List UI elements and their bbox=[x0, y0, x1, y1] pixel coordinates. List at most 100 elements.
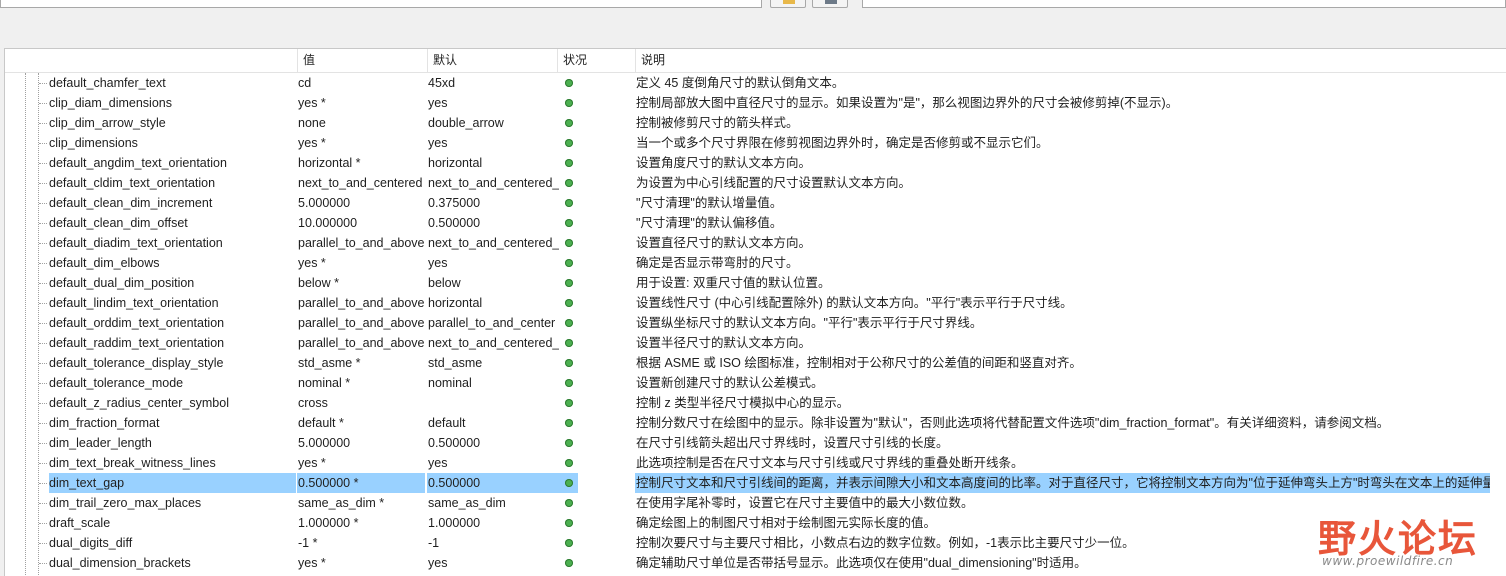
option-value[interactable]: horizontal * bbox=[297, 153, 425, 173]
tree-branch bbox=[39, 163, 47, 164]
tree-branch bbox=[39, 523, 47, 524]
table-row[interactable]: default_tolerance_display_style std_asme … bbox=[5, 353, 1506, 373]
option-value[interactable]: -1 * bbox=[297, 533, 425, 553]
table-row[interactable]: default_raddim_text_orientation parallel_… bbox=[5, 333, 1506, 353]
table-row[interactable]: default_z_radius_center_symbol cross 控制 z … bbox=[5, 393, 1506, 413]
status-cell bbox=[561, 393, 579, 413]
option-default bbox=[427, 393, 559, 413]
option-value[interactable]: yes * bbox=[297, 553, 425, 573]
tree-branch bbox=[39, 103, 47, 104]
header-value[interactable]: 值 bbox=[297, 49, 427, 72]
option-name: default_clean_dim_increment bbox=[49, 196, 213, 210]
table-row[interactable]: default_dim_elbows yes * yes 确定是否显示带弯肘的尺寸。 bbox=[5, 253, 1506, 273]
table-row[interactable]: dim_leader_length 5.000000 0.500000 在尺寸引线箭头… bbox=[5, 433, 1506, 453]
option-value[interactable]: parallel_to_and_above bbox=[297, 293, 425, 313]
status-cell bbox=[561, 233, 579, 253]
table-row[interactable]: dim_text_gap 0.500000 * 0.500000 控制尺寸文本和尺寸引… bbox=[5, 473, 1506, 493]
header-default[interactable]: 默认 bbox=[427, 49, 557, 72]
table-row[interactable]: default_chamfer_text cd 45xd 定义 45 度倒角尺寸的默认… bbox=[5, 73, 1506, 93]
save-button[interactable] bbox=[812, 0, 848, 8]
table-row[interactable]: dim_fraction_format default * default 控制分数尺… bbox=[5, 413, 1506, 433]
status-cell bbox=[561, 433, 579, 453]
open-button[interactable] bbox=[770, 0, 806, 8]
table-row[interactable]: clip_dim_arrow_style none double_arrow 控制被修… bbox=[5, 113, 1506, 133]
header-status[interactable]: 状况 bbox=[557, 49, 635, 72]
option-description: 设置新创建尺寸的默认公差模式。 bbox=[636, 376, 824, 390]
status-dot-icon bbox=[565, 479, 573, 487]
option-name: default_tolerance_display_style bbox=[49, 356, 224, 370]
table-row[interactable]: default_tolerance_mode nominal * nominal 设置… bbox=[5, 373, 1506, 393]
table-row[interactable]: clip_dimensions yes * yes 当一个或多个尺寸界限在修剪视图边界… bbox=[5, 133, 1506, 153]
table-row[interactable]: default_clean_dim_increment 5.000000 0.375… bbox=[5, 193, 1506, 213]
option-value[interactable]: nominal * bbox=[297, 373, 425, 393]
status-cell bbox=[561, 293, 579, 313]
value-field[interactable] bbox=[862, 0, 1506, 8]
option-value[interactable]: next_to_and_centered bbox=[297, 173, 425, 193]
option-value[interactable]: none bbox=[297, 113, 425, 133]
status-dot-icon bbox=[565, 159, 573, 167]
table-row[interactable]: default_diadim_text_orientation parallel_… bbox=[5, 233, 1506, 253]
table-row[interactable]: dual_dimension_brackets yes * yes 确定辅助尺寸单位是… bbox=[5, 553, 1506, 573]
table-row[interactable]: default_cldim_text_orientation next_to_an… bbox=[5, 173, 1506, 193]
status-dot-icon bbox=[565, 99, 573, 107]
option-value[interactable]: 10.000000 bbox=[297, 213, 425, 233]
tree-branch bbox=[39, 143, 47, 144]
status-dot-icon bbox=[565, 139, 573, 147]
option-default: 1.000000 bbox=[428, 516, 481, 530]
option-default: double_arrow bbox=[428, 116, 504, 130]
header-description[interactable]: 说明 bbox=[635, 49, 1506, 72]
tree-branch bbox=[39, 363, 47, 364]
status-cell bbox=[561, 513, 579, 533]
option-value[interactable]: parallel_to_and_above bbox=[297, 313, 425, 333]
status-dot-icon bbox=[565, 399, 573, 407]
table-row[interactable]: draft_scale 1.000000 * 1.000000 确定绘图上的制图尺寸相… bbox=[5, 513, 1506, 533]
table-row[interactable]: default_dual_dim_position below * below 用于设… bbox=[5, 273, 1506, 293]
option-value[interactable]: parallel_to_and_above bbox=[297, 233, 425, 253]
header-name[interactable] bbox=[5, 49, 297, 72]
tree-branch bbox=[39, 463, 47, 464]
option-value[interactable]: same_as_dim * bbox=[297, 493, 425, 513]
option-value[interactable]: below * bbox=[297, 273, 425, 293]
option-name: dim_fraction_format bbox=[49, 416, 160, 430]
table-row[interactable]: default_clean_dim_offset 10.000000 0.50000… bbox=[5, 213, 1506, 233]
tree-branch bbox=[39, 323, 47, 324]
option-value[interactable]: 1.000000 * bbox=[297, 513, 425, 533]
status-cell bbox=[561, 153, 579, 173]
option-value[interactable]: default * bbox=[297, 413, 425, 433]
table-row[interactable]: default_orddim_text_orientation parallel_… bbox=[5, 313, 1506, 333]
option-value[interactable]: cross bbox=[297, 393, 425, 413]
tree-branch bbox=[39, 443, 47, 444]
status-dot-icon bbox=[565, 499, 573, 507]
table-row[interactable]: dim_trail_zero_max_places same_as_dim * sa… bbox=[5, 493, 1506, 513]
option-value[interactable]: yes * bbox=[297, 133, 425, 153]
option-value[interactable]: parallel_to_and_above bbox=[297, 333, 425, 353]
option-value[interactable]: yes * bbox=[297, 253, 425, 273]
option-description: 设置纵坐标尺寸的默认文本方向。"平行"表示平行于尺寸界线。 bbox=[636, 316, 983, 330]
table-row[interactable]: default_angdim_text_orientation horizonta… bbox=[5, 153, 1506, 173]
option-value[interactable]: yes * bbox=[297, 93, 425, 113]
option-default: yes bbox=[428, 256, 448, 270]
status-cell bbox=[561, 93, 579, 113]
option-description: 确定是否显示带弯肘的尺寸。 bbox=[636, 256, 799, 270]
table-row[interactable]: dual_digits_diff -1 * -1 控制次要尺寸与主要尺寸相比，小数点右… bbox=[5, 533, 1506, 553]
table-row[interactable]: default_lindim_text_orientation parallel_… bbox=[5, 293, 1506, 313]
watermark: 野火论坛 www.proewildfire.cn bbox=[1316, 508, 1506, 575]
option-value[interactable]: yes * bbox=[297, 453, 425, 473]
option-description: 为设置为中心引线配置的尺寸设置默认文本方向。 bbox=[636, 176, 912, 190]
filter-input[interactable] bbox=[0, 0, 762, 8]
tree-branch bbox=[39, 123, 47, 124]
option-default: yes bbox=[428, 556, 448, 570]
option-name: dim_text_gap bbox=[49, 473, 296, 493]
option-name: default_diadim_text_orientation bbox=[49, 236, 223, 250]
option-value[interactable]: cd bbox=[297, 73, 425, 93]
status-dot-icon bbox=[565, 79, 573, 87]
option-value[interactable]: 5.000000 bbox=[297, 433, 425, 453]
table-row[interactable]: dim_text_break_witness_lines yes * yes 此选项控… bbox=[5, 453, 1506, 473]
option-value[interactable]: 0.500000 * bbox=[297, 473, 425, 493]
option-name: draft_scale bbox=[49, 516, 111, 530]
table-row[interactable]: clip_diam_dimensions yes * yes 控制局部放大图中直径尺寸… bbox=[5, 93, 1506, 113]
option-description: "尺寸清理"的默认偏移值。 bbox=[636, 216, 783, 230]
option-value[interactable]: std_asme * bbox=[297, 353, 425, 373]
status-dot-icon bbox=[565, 379, 573, 387]
option-value[interactable]: 5.000000 bbox=[297, 193, 425, 213]
